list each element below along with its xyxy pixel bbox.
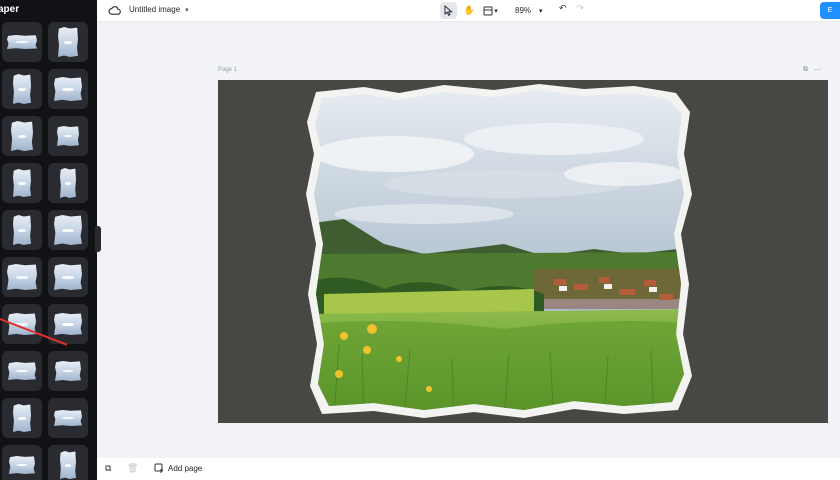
thumbnail-13[interactable] xyxy=(2,304,42,344)
thumbnail-6[interactable] xyxy=(48,116,88,156)
torn-paper-preview xyxy=(8,362,36,380)
thumbnail-17[interactable] xyxy=(2,398,42,438)
thumbnail-3[interactable] xyxy=(2,69,42,109)
thumbnail-9[interactable] xyxy=(2,210,42,250)
page-actions: ⧉ ⋯ xyxy=(803,66,821,74)
torn-paper-preview xyxy=(58,27,78,57)
add-page-label: Add page xyxy=(168,463,203,473)
torn-paper-preview xyxy=(54,313,82,335)
chevron-down-icon: ▾ xyxy=(539,7,543,15)
torn-paper-preview xyxy=(13,74,31,104)
document-title-text: Untitled image xyxy=(129,5,181,14)
torn-paper-preview xyxy=(9,456,35,474)
thumbnail-4[interactable] xyxy=(48,69,88,109)
chevron-down-icon: ▾ xyxy=(494,7,498,15)
thumbnail-2[interactable] xyxy=(48,22,88,62)
torn-paper-photo[interactable] xyxy=(304,84,704,420)
cursor-icon xyxy=(444,5,453,16)
thumbnail-19[interactable] xyxy=(2,445,42,480)
panel-title: aper xyxy=(0,4,20,15)
torn-paper-preview xyxy=(13,169,31,197)
more-options-icon[interactable]: ⋯ xyxy=(814,66,821,74)
undo-icon[interactable]: ↶ xyxy=(559,3,567,14)
torn-paper-preview xyxy=(7,264,37,290)
torn-paper-preview xyxy=(60,168,76,198)
canvas-tools: ✋ ▾ 89% ▾ xyxy=(440,2,543,19)
hand-tool-button[interactable]: ✋ xyxy=(461,2,478,19)
cloud-sync-icon[interactable] xyxy=(108,4,121,17)
design-canvas[interactable] xyxy=(218,80,828,423)
export-button-label: E xyxy=(827,7,833,14)
layers-icon[interactable]: ⧉ xyxy=(105,463,111,474)
document-title[interactable]: Untitled image ▾ xyxy=(129,5,189,14)
torn-paper-preview xyxy=(54,77,82,101)
thumbnail-8[interactable] xyxy=(48,163,88,203)
top-toolbar: Untitled image ▾ ✋ ▾ 89% ▾ ↶ ↷ E xyxy=(97,0,840,22)
redo-icon[interactable]: ↷ xyxy=(577,3,585,14)
zoom-control[interactable]: 89% ▾ xyxy=(515,6,543,15)
thumbnail-18[interactable] xyxy=(48,398,88,438)
torn-paper-preview xyxy=(13,215,31,245)
add-page-button[interactable]: Add page xyxy=(154,463,202,473)
add-page-icon xyxy=(154,463,163,473)
torn-paper-preview xyxy=(13,404,31,432)
thumbnail-11[interactable] xyxy=(2,257,42,297)
thumbnail-12[interactable] xyxy=(48,257,88,297)
thumbnail-10[interactable] xyxy=(48,210,88,250)
panel-collapse-handle[interactable] xyxy=(95,226,101,252)
thumbnail-5[interactable] xyxy=(2,116,42,156)
hand-icon: ✋ xyxy=(463,5,476,15)
torn-paper-preview xyxy=(54,410,82,426)
torn-paper-preview xyxy=(55,361,81,381)
torn-paper-preview xyxy=(7,35,37,49)
thumbnail-20[interactable] xyxy=(48,445,88,480)
torn-paper-preview xyxy=(11,121,33,151)
torn-paper-preview xyxy=(54,264,82,290)
layout-tool-button[interactable]: ▾ xyxy=(482,2,499,19)
thumbnail-16[interactable] xyxy=(48,351,88,391)
layout-icon xyxy=(483,6,493,15)
torn-paper-preview xyxy=(57,126,79,146)
page-label: Page 1 xyxy=(218,67,238,73)
select-tool-button[interactable] xyxy=(440,2,457,19)
landscape-photo xyxy=(306,84,692,418)
templates-panel: aper xyxy=(0,0,97,480)
zoom-value: 89% xyxy=(515,6,532,15)
thumbnail-1[interactable] xyxy=(2,22,42,62)
chevron-down-icon: ▾ xyxy=(185,6,189,14)
thumbnail-7[interactable] xyxy=(2,163,42,203)
bottom-toolbar: ⧉ 🗑 Add page xyxy=(97,458,840,480)
thumbnail-15[interactable] xyxy=(2,351,42,391)
duplicate-page-icon[interactable]: ⧉ xyxy=(803,66,808,74)
torn-paper-preview xyxy=(54,215,82,245)
torn-paper-preview xyxy=(60,451,76,479)
history-controls: ↶ ↷ xyxy=(559,3,584,14)
export-button[interactable]: E xyxy=(820,2,840,19)
trash-icon[interactable]: 🗑 xyxy=(127,463,138,474)
